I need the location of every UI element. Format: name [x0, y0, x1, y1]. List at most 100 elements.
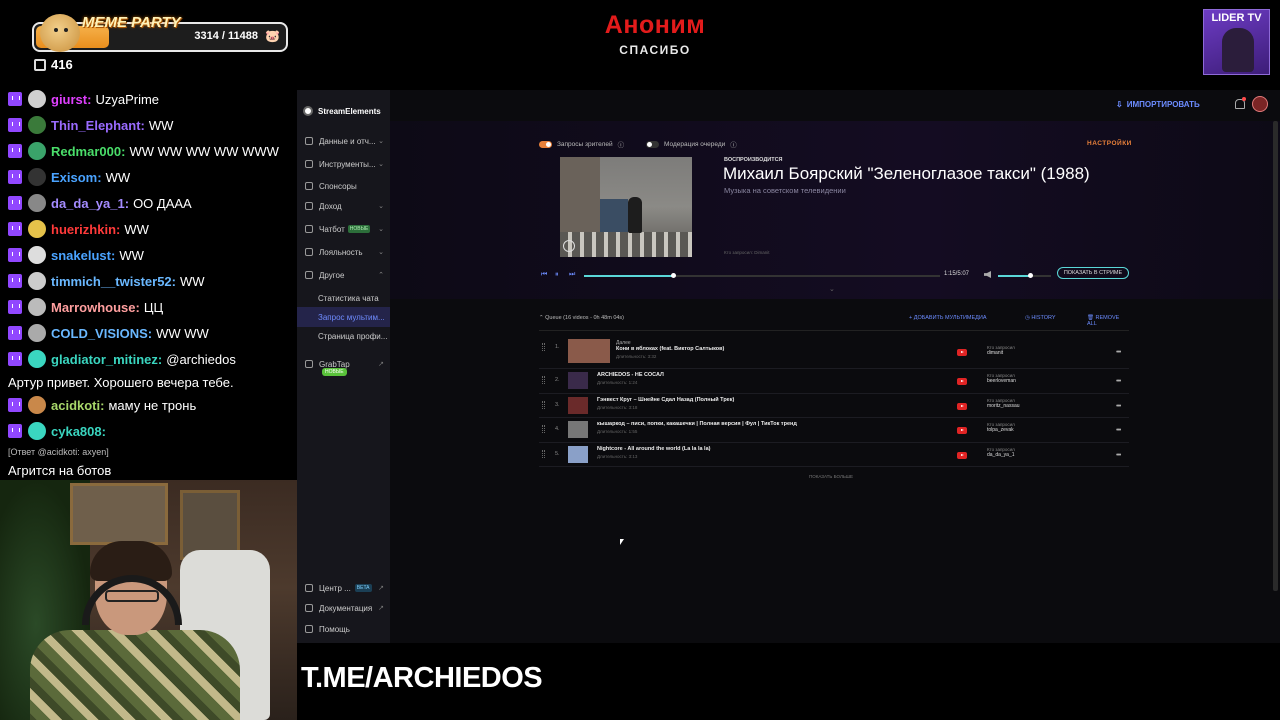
sidebar-item[interactable]: Спонсоры — [297, 176, 390, 196]
youtube-icon — [957, 349, 967, 356]
history-button[interactable]: ◷ HISTORY — [1025, 315, 1056, 321]
previous-icon[interactable]: ⏮ — [541, 271, 547, 279]
sidebar-item[interactable]: Другое ⌃ — [297, 265, 390, 285]
show-in-stream-button[interactable]: ПОКАЗАТЬ В СТРИМЕ — [1057, 267, 1129, 279]
chevron-icon: ⌄ — [378, 249, 384, 256]
sidebar-item[interactable]: Инструменты... ⌄ — [297, 154, 390, 174]
queue-row[interactable]: 2. ARCHIEDOS - НЕ СОСАЛ Длительность: 1:24… — [539, 369, 1129, 394]
page-scrollbar[interactable] — [1273, 121, 1278, 591]
twitch-icon — [8, 222, 22, 236]
more-options-icon[interactable]: ••• — [1116, 452, 1121, 459]
chat-username[interactable]: acidkoti: — [51, 398, 104, 413]
chat-username[interactable]: snakelust: — [51, 248, 115, 263]
chat-username[interactable]: COLD_VISIONS: — [51, 326, 152, 341]
volume-slider[interactable] — [998, 273, 1051, 278]
chat-message: huerizhkin: WW — [0, 216, 297, 242]
streamelements-window: StreamElements Данные и отч... ⌄ Инструмен… — [297, 90, 1280, 643]
chat-username[interactable]: timmich__twister52: — [51, 274, 176, 289]
requester-name: tolpa_zevak — [987, 427, 1014, 433]
sidebar-item[interactable]: Доход ⌄ — [297, 196, 390, 216]
next-icon[interactable]: ⏭ — [569, 271, 575, 279]
queue-duration: Длительность: 1:24 — [597, 380, 638, 385]
sidebar-footer-item[interactable]: Документация ↗ — [297, 598, 390, 618]
volume-icon[interactable] — [984, 271, 991, 278]
queue-title: Queue (16 videos - 0h 48m 04s) — [545, 315, 625, 321]
viewer-requests-toggle[interactable]: Запросы зрителей ⓘ — [539, 139, 624, 149]
avatar[interactable] — [1252, 96, 1268, 112]
now-playing-channel: Музыка на советском телевидении — [724, 186, 846, 195]
user-badge-icon — [28, 350, 46, 368]
requester-label: Кто запросил — [987, 397, 1015, 403]
youtube-icon — [957, 451, 967, 459]
add-media-button[interactable]: + ДОБАВИТЬ МУЛЬТИМЕДИА — [909, 315, 987, 321]
queue-row[interactable]: 5. Nightcore - All around the world (La l… — [539, 443, 1129, 467]
queue-moderation-toggle[interactable]: Модерация очереди ⓘ — [646, 139, 737, 149]
se-logo[interactable]: StreamElements — [303, 106, 381, 116]
sidebar-subitem[interactable]: Страница профи... — [297, 326, 390, 346]
remove-all-button[interactable]: 🗑 REMOVE ALL — [1087, 315, 1129, 327]
user-badge-icon — [28, 90, 46, 108]
beta-badge: BETA — [354, 584, 372, 592]
chat-username[interactable]: gladiator_mitinez: — [51, 352, 162, 367]
queue-requester: Кто запросил tolpa_zevak — [987, 422, 1015, 433]
queue-row[interactable]: 1. Далее Кони в яблоках (feat. Виктор Салт… — [539, 336, 1129, 369]
chat-username[interactable]: cyka808: — [51, 424, 106, 439]
collapse-icon[interactable]: ⌃ — [539, 315, 544, 321]
chat-username[interactable]: Exisom: — [51, 170, 102, 185]
queue-row[interactable]: 3. Гэнвест Круг – Шнейне Сдал Назад (Полн… — [539, 394, 1129, 418]
queue-row[interactable]: 4. кышаркод – писи, попки, какашечки | По… — [539, 418, 1129, 443]
se-logo-icon — [303, 106, 313, 116]
video-preview[interactable] — [560, 157, 692, 257]
requester-name: beerloveman — [987, 378, 1016, 384]
chat-username[interactable]: huerizhkin: — [51, 222, 120, 237]
queue-duration: Длительность: 3:13 — [597, 453, 638, 459]
sidebar-subitem[interactable]: Запрос мультим... — [297, 307, 390, 327]
lider-tv-title: LIDER TV — [1211, 12, 1262, 24]
sidebar-item-label: Чатбот — [319, 224, 345, 234]
toggle-switch[interactable] — [646, 140, 659, 148]
chat-username[interactable]: Thin_Elephant: — [51, 118, 145, 133]
progress-handle[interactable] — [671, 273, 676, 278]
webcam-feed — [0, 480, 297, 720]
external-link-icon: ↗ — [378, 605, 384, 612]
chat-username[interactable]: Redmar000: — [51, 144, 125, 159]
chat-message: Thin_Elephant: WW — [0, 112, 297, 138]
chat-username[interactable]: da_da_ya_1: — [51, 196, 129, 211]
more-options-icon[interactable]: ••• — [1116, 427, 1121, 434]
more-options-icon[interactable]: ••• — [1116, 349, 1121, 356]
drag-handle-icon[interactable] — [542, 376, 545, 384]
sidebar-item[interactable]: Чатбот НОВЫЕ ⌄ — [297, 219, 390, 239]
toggle-switch[interactable] — [539, 140, 552, 148]
import-button[interactable]: ⇩ ИМПОРТИРОВАТЬ — [1116, 100, 1200, 109]
sidebar-item[interactable]: Данные и отч... ⌄ — [297, 131, 390, 151]
viewer-count: 416 — [34, 57, 73, 72]
youtube-icon — [957, 378, 967, 385]
more-options-icon[interactable]: ••• — [1116, 403, 1121, 410]
sidebar-footer-item[interactable]: Центр ... BETA ↗ — [297, 578, 390, 598]
chat-text: WW — [180, 273, 205, 289]
sidebar-subitem[interactable]: Статистика чата — [297, 288, 390, 308]
pause-icon[interactable]: ⏸ — [555, 271, 559, 279]
drag-handle-icon[interactable] — [542, 425, 545, 433]
lider-tv-logo: LIDER TV — [1203, 9, 1270, 75]
chat-username[interactable]: giurst: — [51, 92, 91, 107]
chat-text: WW — [119, 247, 144, 263]
player-controls: ⏮ ⏸ ⏭ 1:15/5:07 — [541, 271, 1131, 281]
progress-bar[interactable] — [584, 273, 940, 278]
settings-link[interactable]: НАСТРОЙКИ — [1087, 140, 1132, 147]
sidebar-footer-item[interactable]: Помощь — [297, 619, 390, 639]
volume-handle[interactable] — [1027, 273, 1033, 278]
show-more-button[interactable]: ПОКАЗАТЬ БОЛЬШЕ — [809, 474, 853, 479]
drag-handle-icon[interactable] — [542, 449, 545, 458]
sidebar-item[interactable]: Лояльность ⌄ — [297, 242, 390, 262]
queue-title: Nightcore - All around the world (La la … — [597, 445, 711, 452]
chat-username[interactable]: Marrowhouse: — [51, 300, 140, 315]
twitch-icon — [8, 424, 22, 438]
chevron-down-icon[interactable]: ⌄ — [829, 285, 835, 293]
alert-subtitle: СПАСИБО — [619, 43, 691, 57]
queue-number: 3. — [555, 401, 560, 408]
nav-icon — [305, 248, 313, 256]
more-options-icon[interactable]: ••• — [1116, 378, 1121, 385]
drag-handle-icon[interactable] — [542, 400, 545, 409]
drag-handle-icon[interactable] — [542, 343, 545, 351]
